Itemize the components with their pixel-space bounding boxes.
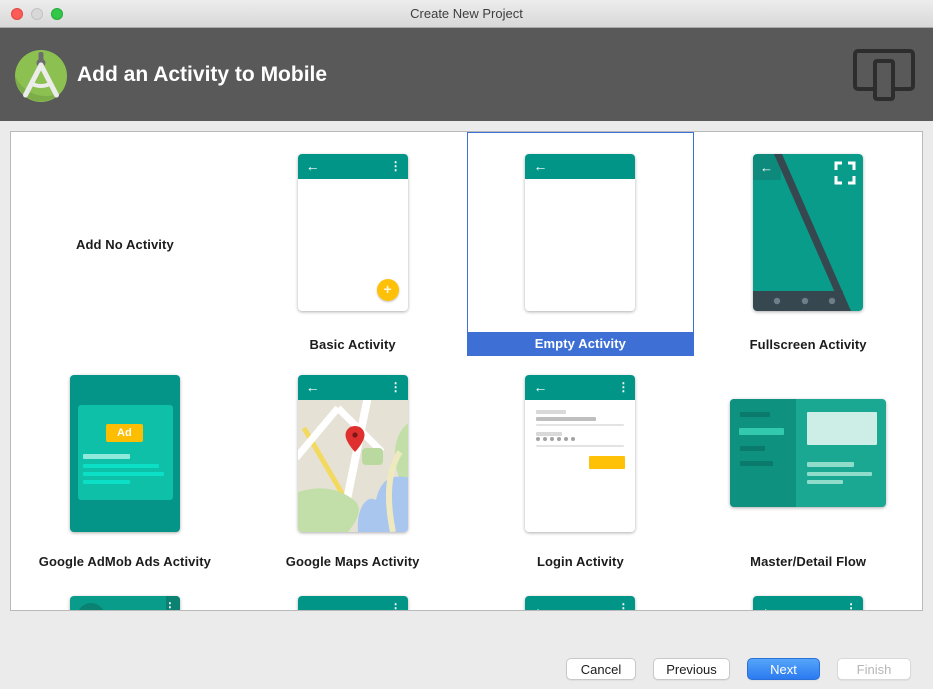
template-label: Google AdMob Ads Activity [11,550,239,573]
tablet-phone-form-factor-icon [853,49,915,101]
window-controls [11,8,63,20]
overflow-menu-icon: ⋮ [390,600,402,611]
overflow-menu-icon: ⋮ [845,600,857,611]
ad-badge: Ad [106,424,143,442]
android-studio-logo-icon [14,47,68,103]
next-button[interactable]: Next [747,658,820,680]
ad-content-panel: Ad [78,405,173,500]
overflow-menu-icon: ⋮ [164,600,176,611]
password-dots [536,437,575,441]
overflow-menu-icon: ⋮ [617,600,629,611]
template-cell-scrolling-activity[interactable]: ⋮ [239,585,467,611]
placeholder-line [83,464,159,468]
placeholder-line [536,432,562,436]
template-cell-row3-activity-4[interactable]: ← ⋮ [694,585,922,611]
previous-button[interactable]: Previous [653,658,730,680]
placeholder-line [83,480,130,484]
close-button[interactable] [11,8,23,20]
template-label: Login Activity [467,550,695,573]
drawer-right-strip: ⋮ [166,596,180,611]
template-cell-add-no-activity[interactable]: Add No Activity [11,132,239,356]
activity-gallery: Add No Activity ← ⋮ + Basic Activity ← [10,131,923,611]
login-button-graphic [589,456,625,469]
back-arrow-icon: ← [533,378,547,396]
login-activity-thumbnail: ← ⋮ [525,375,635,532]
gallery-grid: Add No Activity ← ⋮ + Basic Activity ← [11,132,922,611]
placeholder-line [740,446,765,451]
map-graphic [298,400,408,532]
field-underline [536,424,624,426]
overflow-menu-icon: ⋮ [390,379,402,395]
placeholder-line [536,417,596,421]
minimize-button [31,8,43,20]
template-label: Google Maps Activity [239,550,467,573]
selected-list-item [739,428,784,435]
activity-thumbnail: ← ⋮ [525,596,635,611]
back-arrow-icon: ← [761,599,775,611]
placeholder-line [740,461,773,466]
empty-activity-thumbnail: ← [525,154,635,311]
app-bar: ⋮ [298,596,408,611]
template-cell-empty-activity[interactable]: ← Empty Activity [467,132,695,356]
app-bar: ← ⋮ [753,596,863,611]
drawer-activity-thumbnail: ⋮ [70,596,180,611]
back-arrow-icon: ← [306,157,320,175]
fullscreen-activity-thumbnail: ← [753,154,863,311]
placeholder-line [807,480,843,484]
master-list-panel [730,399,796,507]
wizard-footer: Cancel Previous Next Finish [0,611,933,689]
template-label: Add No Activity [11,132,239,356]
template-cell-login-activity[interactable]: ← ⋮ Login Activity [467,356,695,585]
maps-activity-thumbnail: ← ⋮ [298,375,408,532]
template-label: Basic Activity [239,333,467,356]
placeholder-line [807,472,872,476]
template-cell-row3-activity-3[interactable]: ← ⋮ [467,585,695,611]
app-bar: ← [525,154,635,179]
field-underline [536,445,624,447]
placeholder-line [83,454,130,459]
wizard-header: Add an Activity to Mobile [0,28,933,121]
back-arrow-icon: ← [533,157,547,175]
template-cell-google-maps-activity[interactable]: ← ⋮ [239,356,467,585]
footer-buttons: Cancel Previous Next Finish [566,658,911,680]
app-bar: ← ⋮ [298,375,408,400]
scrolling-activity-thumbnail: ⋮ [298,596,408,611]
basic-activity-thumbnail: ← ⋮ + [298,154,408,311]
template-cell-navigation-drawer-activity[interactable]: ⋮ [11,585,239,611]
master-detail-thumbnail [730,399,886,507]
template-cell-google-admob-ads-activity[interactable]: Ad Google AdMob Ads Activity [11,356,239,585]
template-label-selected: Empty Activity [468,332,694,355]
template-cell-basic-activity[interactable]: ← ⋮ + Basic Activity [239,132,467,356]
fab-plus-icon: + [377,279,399,301]
app-bar: ← ⋮ [298,154,408,179]
back-arrow-icon: ← [760,160,773,175]
placeholder-line [740,412,770,417]
window-title: Create New Project [0,6,933,21]
back-arrow-icon: ← [533,599,547,611]
detail-hero-box [807,412,877,445]
admob-activity-thumbnail: Ad [70,375,180,532]
zoom-button[interactable] [51,8,63,20]
drawer-avatar-circle [77,603,105,611]
activity-thumbnail: ← ⋮ [753,596,863,611]
app-bar: ← ⋮ [525,375,635,400]
overflow-menu-icon: ⋮ [617,379,629,395]
template-cell-fullscreen-activity[interactable]: ← Fullscreen Activity [694,132,922,356]
placeholder-line [536,410,566,414]
back-arrow-icon: ← [306,378,320,396]
page-title: Add an Activity to Mobile [77,63,327,87]
template-label: Fullscreen Activity [694,333,922,356]
placeholder-line [83,472,164,476]
window-titlebar: Create New Project [0,0,933,28]
overflow-menu-icon: ⋮ [390,158,402,174]
template-label: Master/Detail Flow [694,550,922,573]
placeholder-line [807,462,854,467]
finish-button: Finish [837,658,911,680]
cancel-button[interactable]: Cancel [566,658,636,680]
app-bar: ← ⋮ [525,596,635,611]
template-cell-master-detail-flow[interactable]: Master/Detail Flow [694,356,922,585]
